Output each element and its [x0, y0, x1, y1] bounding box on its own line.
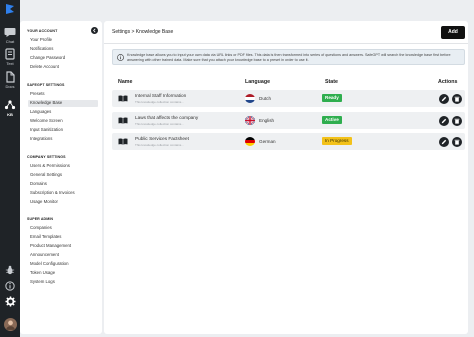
table-row[interactable]: Laws that affects the company This knowl…: [112, 112, 465, 129]
bug-icon: [5, 265, 15, 275]
rail-item-docs[interactable]: Docs: [0, 71, 20, 89]
menu-item-subscription-invoices[interactable]: Subscription & Invoices: [28, 190, 98, 197]
menu-item-users-permissions[interactable]: Users & Permissions: [28, 163, 98, 170]
document-icon: [6, 71, 15, 83]
gear-icon: [4, 296, 16, 307]
section-title-company: COMPANY SETTINGS: [27, 155, 66, 159]
trash-icon: [454, 139, 460, 145]
row-language: English: [259, 117, 275, 123]
rail-label-docs: Docs: [5, 84, 15, 89]
info-icon: [117, 54, 124, 61]
menu-item-model-configuration[interactable]: Model Configuration: [28, 261, 98, 268]
menu-item-domains[interactable]: Domains: [28, 181, 98, 188]
edit-button[interactable]: [439, 93, 449, 104]
row-description: This knowledge collection contains...: [135, 121, 184, 126]
chevron-left-icon: [93, 28, 96, 33]
header-divider: [104, 43, 468, 44]
menu-item-product-management[interactable]: Product Management: [28, 243, 98, 250]
section-title-super-admin: SUPER ADMIN: [27, 217, 54, 221]
row-name: Public Services Factsheet: [135, 136, 189, 141]
app-logo-icon: [6, 4, 14, 14]
rail-avatar[interactable]: [0, 318, 20, 336]
menu-item-change-password[interactable]: Change Password: [28, 55, 98, 62]
menu-item-token-usage[interactable]: Token Usage: [28, 270, 98, 277]
row-language: Dutch: [259, 95, 272, 101]
trash-icon: [454, 96, 460, 102]
column-header-state: State: [325, 79, 338, 85]
menu-item-notifications[interactable]: Notifications: [28, 46, 98, 53]
row-name: Laws that affects the company: [135, 115, 199, 120]
menu-item-email-templates[interactable]: Email Templates: [28, 234, 98, 241]
row-description: This knowledge collection contains...: [135, 142, 184, 147]
menu-item-general-settings[interactable]: General Settings: [28, 172, 98, 179]
rail-item-kb[interactable]: KB: [0, 99, 20, 117]
pencil-icon: [441, 96, 447, 101]
avatar: [3, 318, 17, 331]
pencil-icon: [441, 139, 447, 144]
info-text: Knowledge base allows you to input your …: [127, 53, 451, 62]
row-name: Internal Staff Information: [135, 93, 187, 98]
menu-item-input-sanitization[interactable]: Input Sanitization: [28, 127, 98, 134]
rail-label-kb: KB: [7, 112, 13, 117]
status-badge: Active: [322, 116, 342, 124]
info-banner: Knowledge base allows you to input your …: [112, 49, 465, 65]
rail-item-chat[interactable]: Chat: [0, 26, 20, 44]
row-language: German: [259, 138, 276, 144]
settings-menu: YOUR ACCOUNT Your Profile Notifications …: [20, 21, 102, 334]
knowledge-base-icon: [4, 100, 16, 110]
icon-rail: Chat Text Docs KB: [0, 0, 20, 337]
chat-icon: [4, 28, 16, 37]
menu-item-system-logs[interactable]: System Logs: [28, 279, 98, 286]
menu-item-companies[interactable]: Companies: [28, 225, 98, 232]
menu-item-your-profile[interactable]: Your Profile: [28, 37, 98, 44]
text-icon: [5, 48, 15, 60]
flag-nl-icon: [245, 94, 255, 103]
delete-button[interactable]: [452, 115, 462, 126]
breadcrumb: Settings > Knowledge Base: [112, 29, 174, 35]
column-header-actions: Actions: [438, 79, 458, 85]
column-header-name: Name: [118, 79, 133, 85]
flag-de-icon: [245, 137, 255, 146]
section-title-safegpt: SAFEGPT SETTINGS: [27, 83, 65, 87]
knowledge-base-panel: Settings > Knowledge Base Add Knowledge …: [104, 21, 468, 334]
menu-item-languages[interactable]: Languages: [28, 109, 98, 116]
book-icon: [118, 95, 128, 102]
rail-item-text[interactable]: Text: [0, 48, 20, 66]
pencil-icon: [441, 118, 447, 123]
rail-label-text: Text: [6, 61, 14, 66]
menu-item-welcome-screen[interactable]: Welcome Screen: [28, 118, 98, 125]
add-button[interactable]: Add: [441, 26, 465, 39]
menu-item-announcement[interactable]: Announcement: [28, 252, 98, 259]
book-icon: [118, 138, 128, 145]
menu-item-usage-monitor[interactable]: Usage Monitor: [28, 199, 98, 206]
section-title-account: YOUR ACCOUNT: [27, 29, 58, 33]
info-icon: [5, 281, 15, 291]
table-row[interactable]: Public Services Factsheet This knowledge…: [112, 133, 465, 150]
table-row[interactable]: Internal Staff Information This knowledg…: [112, 90, 465, 107]
menu-item-delete-account[interactable]: Delete Account: [28, 64, 98, 71]
book-icon: [118, 117, 128, 124]
delete-button[interactable]: [452, 136, 462, 147]
edit-button[interactable]: [439, 115, 449, 126]
status-badge: In Progress: [322, 137, 352, 145]
rail-settings[interactable]: [0, 294, 20, 312]
collapse-menu-button[interactable]: [91, 27, 98, 34]
trash-icon: [454, 118, 460, 124]
flag-uk-icon: [245, 116, 255, 125]
menu-item-integrations[interactable]: Integrations: [28, 136, 98, 143]
menu-item-presets[interactable]: Presets: [28, 91, 98, 98]
row-description: This knowledge collection contains...: [135, 99, 184, 104]
edit-button[interactable]: [439, 136, 449, 147]
column-header-language: Language: [245, 79, 271, 85]
delete-button[interactable]: [452, 93, 462, 104]
rail-label-chat: Chat: [5, 39, 15, 44]
status-badge: Ready: [322, 94, 342, 102]
menu-item-knowledge-base[interactable]: Knowledge Base: [28, 100, 98, 107]
